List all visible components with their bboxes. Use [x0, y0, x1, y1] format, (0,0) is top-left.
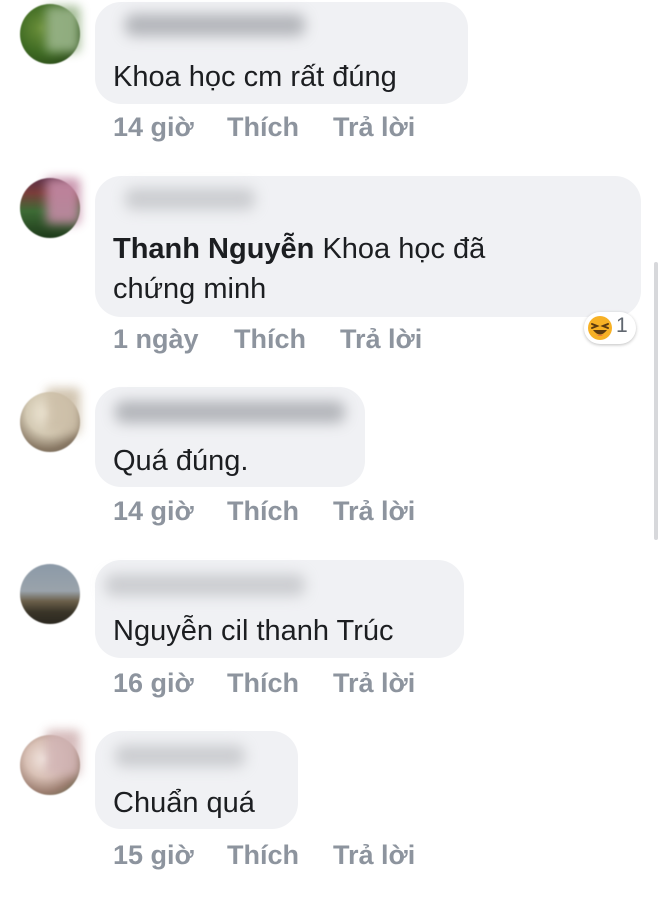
blurred-name-overlay: [46, 388, 80, 434]
avatar[interactable]: [20, 564, 80, 624]
comment-time: 16 giờ: [113, 668, 194, 698]
reaction-count: 1: [616, 314, 628, 337]
comment-text-line2: chứng minh: [113, 273, 267, 305]
comment-text: Quá đúng.: [113, 445, 249, 477]
reply-button[interactable]: Trả lời: [333, 666, 415, 700]
scrollbar[interactable]: [654, 262, 658, 540]
blurred-author-name[interactable]: [125, 14, 305, 36]
reply-button[interactable]: Trả lời: [333, 110, 415, 144]
reaction-badge[interactable]: 1: [584, 312, 636, 344]
comment-bubble: Thanh Nguyễn Khoa học đã chứng minh: [95, 176, 641, 317]
like-button[interactable]: Thích: [227, 666, 299, 700]
comment-time: 14 giờ: [113, 496, 194, 526]
comment-bubble: Khoa học cm rất đúng: [95, 2, 468, 104]
like-button[interactable]: Thích: [227, 110, 299, 144]
blurred-author-name[interactable]: [105, 574, 305, 596]
like-button[interactable]: Thích: [227, 494, 299, 528]
blurred-name-overlay: [46, 178, 80, 224]
comment-bubble: Chuẩn quá: [95, 731, 298, 829]
comment-time: 1 ngày: [113, 324, 199, 354]
comment-text: Khoa học cm rất đúng: [113, 61, 397, 93]
blurred-author-name[interactable]: [115, 745, 245, 767]
comment-time: 15 giờ: [113, 840, 194, 870]
blurred-author-name[interactable]: [115, 401, 345, 423]
comment-bubble: Nguyễn cil thanh Trúc: [95, 560, 464, 658]
blurred-name-overlay: [46, 6, 80, 52]
like-button[interactable]: Thích: [227, 838, 299, 872]
comment-text: Thanh Nguyễn Khoa học đã: [113, 229, 623, 269]
comment-time: 14 giờ: [113, 112, 194, 142]
blurred-author-name[interactable]: [125, 188, 255, 210]
reply-button[interactable]: Trả lời: [333, 838, 415, 872]
reply-button[interactable]: Trả lời: [340, 322, 422, 356]
comment-text-part: Khoa học đã: [314, 233, 486, 265]
blurred-name-overlay: [46, 730, 80, 776]
comment-text: Chuẩn quá: [113, 787, 255, 819]
laughing-emoji-icon: [588, 316, 612, 340]
reply-button[interactable]: Trả lời: [333, 494, 415, 528]
tagged-user-link[interactable]: Thanh Nguyễn: [113, 233, 314, 265]
comment-bubble: Quá đúng.: [95, 387, 365, 487]
like-button[interactable]: Thích: [234, 322, 306, 356]
comment-text: Nguyễn cil thanh Trúc: [113, 615, 394, 647]
